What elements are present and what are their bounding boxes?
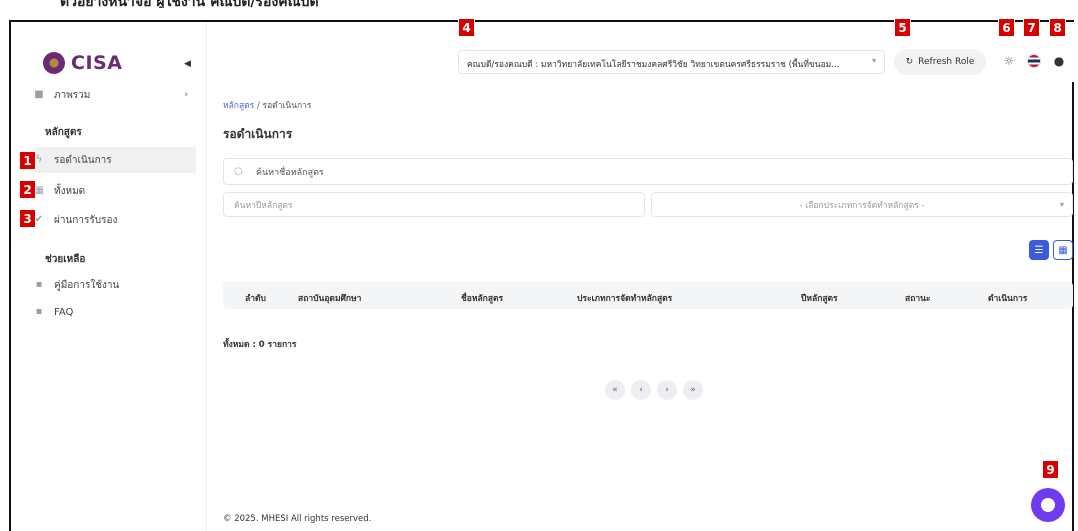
sidebar-section-curriculum: หลักสูตร — [45, 127, 82, 138]
sidebar-section-help: ช่วยเหลือ — [45, 254, 86, 265]
annotation-tag: 4 — [458, 18, 475, 37]
role-org-select[interactable]: คณบดี/รองคณบดี : มหาวิทยาลัยเทคโนโลยีราช… — [458, 50, 885, 74]
sidebar: CISA ◀ ■ ภาพรวม › หลักสูตร ϟ รอดำเนินการ… — [11, 22, 207, 531]
theme-toggle-sun-icon[interactable]: ☼ — [1000, 52, 1018, 70]
column-header: สถานะ — [905, 294, 931, 304]
sidebar-item-label: ทั้งหมด — [54, 185, 86, 197]
annotation-tag: 6 — [998, 18, 1015, 37]
column-header: ประเภทการจัดทำหลักสูตร — [577, 294, 673, 304]
sidebar-item-label: ภาพรวม — [54, 89, 91, 101]
sidebar-item-label: รอดำเนินการ — [54, 154, 112, 166]
breadcrumb: หลักสูตร / รอดำเนินการ — [223, 98, 312, 112]
refresh-icon: ↻ — [905, 57, 914, 67]
page-title: รอดำเนินการ — [223, 127, 293, 141]
list-view-button[interactable]: ☰ — [1029, 240, 1049, 260]
year-search-input[interactable]: ค้นหาปีหลักสูตร — [223, 192, 645, 217]
sidebar-item-manual[interactable]: ▪ คู่มือการใช้งาน — [33, 272, 196, 298]
logo-text: CISA — [71, 52, 123, 74]
chevron-right-icon: › — [184, 90, 188, 100]
annotation-tag: 1 — [19, 151, 36, 170]
chat-bubble-icon — [1041, 498, 1055, 512]
chevron-down-icon: ▾ — [1059, 200, 1064, 209]
total-count: ทั้งหมด : 0 รายการ — [223, 340, 297, 350]
column-header: สถาบันอุดมศึกษา — [298, 294, 362, 304]
grid-view-icon: ▦ — [1058, 244, 1068, 256]
prev-page-button[interactable]: ‹ — [631, 380, 651, 400]
footer-copyright: © 2025. MHESI All rights reserved. — [223, 514, 372, 524]
collapse-sidebar-icon[interactable]: ◀ — [184, 59, 191, 69]
chevron-down-icon: ▾ — [871, 56, 876, 65]
dashboard-icon: ■ — [34, 89, 44, 100]
annotation-tag: 5 — [894, 18, 911, 37]
annotation-tag: 3 — [19, 209, 36, 228]
sidebar-item-label: ผ่านการรับรอง — [54, 214, 118, 226]
app-window: CISA ◀ ■ ภาพรวม › หลักสูตร ϟ รอดำเนินการ… — [9, 18, 1074, 531]
next-page-button[interactable]: › — [657, 380, 677, 400]
table-header: ลำดับ สถาบันอุดมศึกษา ชื่อหลักสูตร ประเภ… — [223, 282, 1073, 309]
annotation-tag: 8 — [1049, 18, 1066, 37]
annotation-tag: 2 — [19, 180, 36, 199]
sidebar-item-faq[interactable]: ▪ FAQ — [33, 299, 196, 325]
logo[interactable]: CISA — [43, 52, 122, 74]
column-header: ลำดับ — [245, 294, 266, 304]
logo-mark-icon — [43, 52, 65, 74]
list-view-icon: ☰ — [1034, 244, 1044, 256]
sidebar-item-overview[interactable]: ■ ภาพรวม › — [33, 82, 196, 108]
chat-support-button[interactable] — [1031, 488, 1065, 522]
search-icon: ○ — [234, 166, 243, 177]
language-flag-button[interactable] — [1025, 52, 1043, 70]
breadcrumb-current: รอดำเนินการ — [262, 101, 312, 111]
refresh-role-label: Refresh Role — [918, 57, 975, 67]
breadcrumb-link[interactable]: หลักสูตร — [223, 101, 254, 111]
sidebar-item-label: FAQ — [54, 306, 74, 318]
search-input[interactable]: ○ ค้นหาชื่อหลักสูตร — [223, 158, 1073, 185]
breadcrumb-separator: / — [256, 101, 260, 111]
first-page-button[interactable]: « — [605, 380, 625, 400]
sidebar-item-label: คู่มือการใช้งาน — [54, 279, 120, 291]
thai-flag-icon — [1027, 54, 1041, 68]
last-page-button[interactable]: » — [683, 380, 703, 400]
column-header: ดำเนินการ — [988, 294, 1028, 304]
user-account-icon[interactable]: ● — [1050, 52, 1068, 70]
curriculum-type-placeholder: - เลือกประเภทการจัดทำหลักสูตร - — [799, 200, 925, 211]
year-search-placeholder: ค้นหาปีหลักสูตร — [234, 200, 293, 211]
top-header: คณบดี/รองคณบดี : มหาวิทยาลัยเทคโนโลยีราช… — [208, 18, 1074, 82]
grid-view-button[interactable]: ▦ — [1053, 240, 1073, 260]
book-icon: ▪ — [35, 279, 43, 290]
annotation-tag: 7 — [1023, 18, 1040, 37]
sidebar-item-certified[interactable]: ✔ ผ่านการรับรอง — [33, 207, 196, 233]
column-header: ปีหลักสูตร — [801, 294, 838, 304]
book-icon: ▪ — [35, 306, 43, 317]
refresh-role-button[interactable]: ↻ Refresh Role — [894, 49, 986, 75]
column-header: ชื่อหลักสูตร — [461, 294, 504, 304]
search-placeholder: ค้นหาชื่อหลักสูตร — [256, 167, 324, 178]
sidebar-item-pending[interactable]: ϟ รอดำเนินการ — [33, 147, 196, 173]
role-org-select-value: คณบดี/รองคณบดี : มหาวิทยาลัยเทคโนโลยีราช… — [467, 60, 840, 70]
pagination: « ‹ › » — [605, 380, 703, 400]
sidebar-item-all[interactable]: ▦ ทั้งหมด — [33, 178, 196, 204]
curriculum-type-select[interactable]: - เลือกประเภทการจัดทำหลักสูตร - ▾ — [651, 192, 1073, 217]
cropped-top-text: ตัวอย่างหน้าจอ ผู้ใช้งาน คณบดี/รองคณบดี — [60, 0, 319, 8]
annotation-tag: 9 — [1042, 460, 1059, 479]
